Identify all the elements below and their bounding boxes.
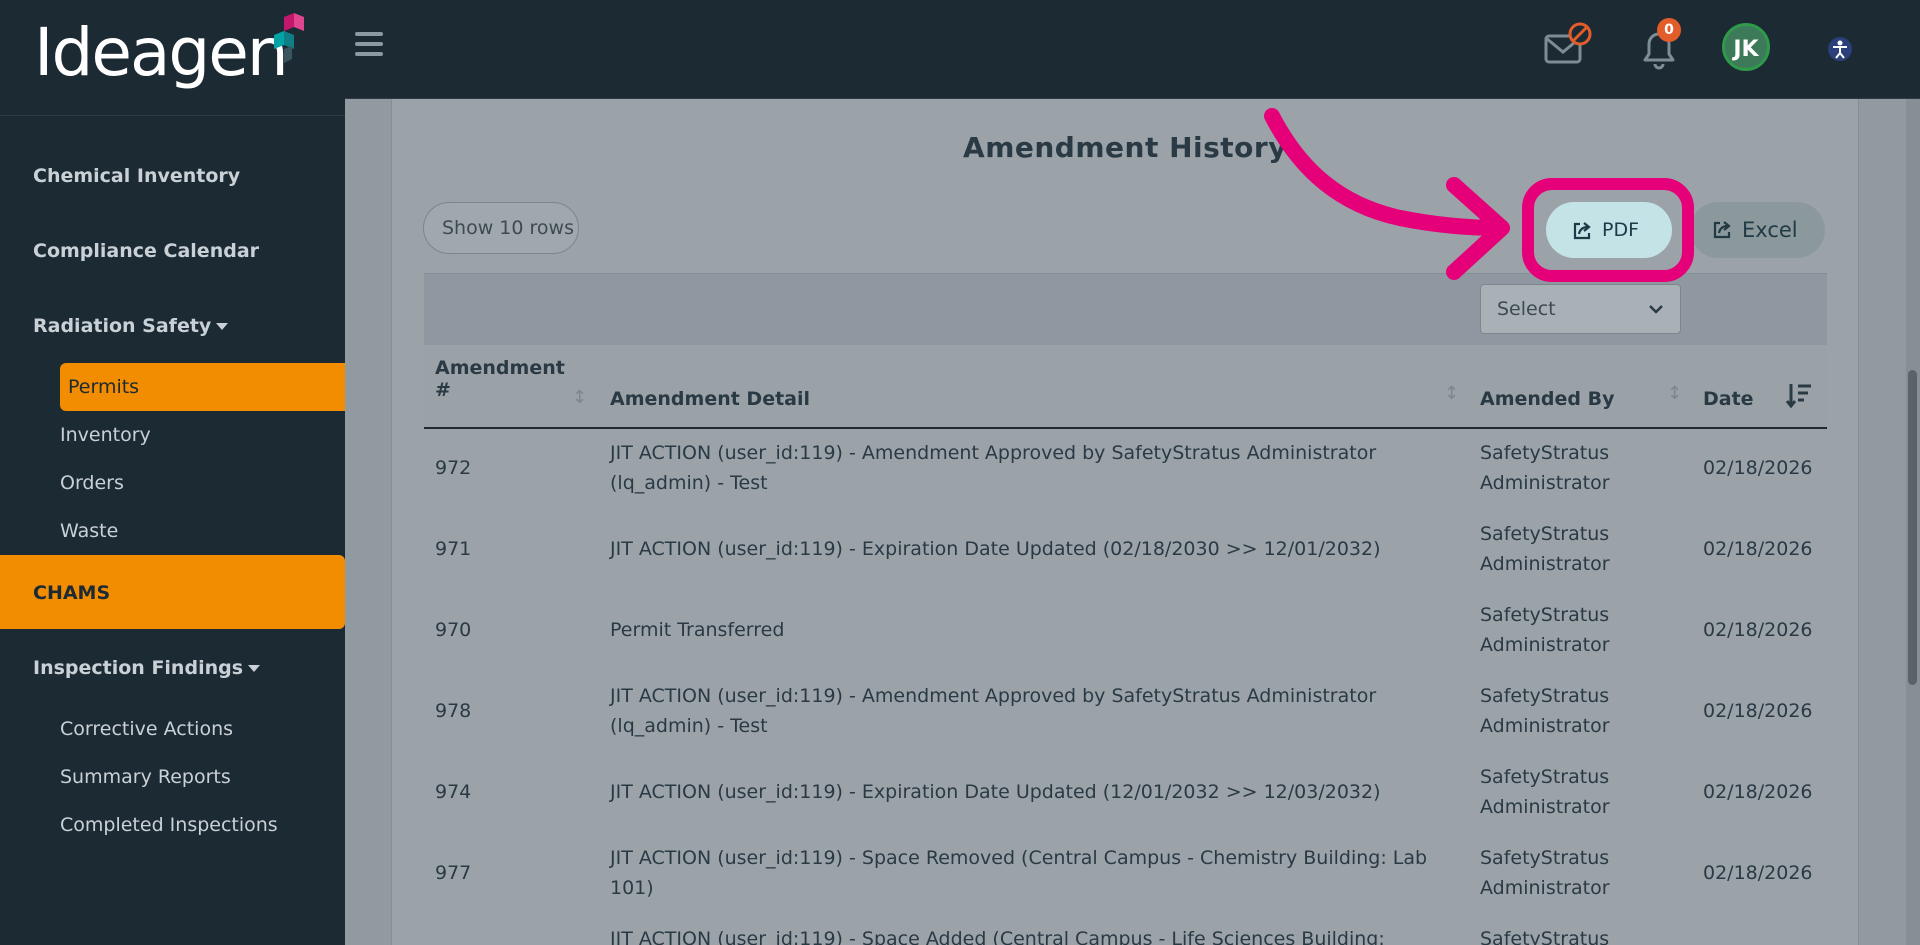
- table-header-row: Amendment # ↕ Amendment Detail ↕ Amended…: [424, 345, 1827, 429]
- sort-icon[interactable]: ↕: [1444, 383, 1459, 404]
- amendment-date: 02/18/2026: [1703, 781, 1813, 803]
- amended-by: SafetyStratus: [1480, 928, 1610, 945]
- highlight-annotation: [1522, 178, 1694, 282]
- hamburger-menu-icon[interactable]: [355, 32, 383, 56]
- table-row[interactable]: 974 JIT ACTION (user_id:119) - Expiratio…: [424, 752, 1827, 833]
- sidebar: Ideagen Chemical Inventory Compliance Ca…: [0, 0, 345, 945]
- mail-disabled-icon[interactable]: [1542, 22, 1592, 70]
- amendment-detail: JIT ACTION (user_id:119) - Amendment App…: [610, 685, 1377, 737]
- brand-logo-mark-icon: [274, 13, 304, 63]
- amendment-detail: Permit Transferred: [610, 619, 785, 641]
- amendment-detail: JIT ACTION (user_id:119) - Amendment App…: [610, 442, 1377, 494]
- accessibility-icon[interactable]: [1825, 35, 1855, 63]
- logo-area: Ideagen: [0, 0, 345, 116]
- sidebar-item-orders[interactable]: Orders: [60, 472, 124, 494]
- excel-label: Excel: [1742, 218, 1798, 242]
- sort-icon[interactable]: ↕: [1667, 383, 1682, 404]
- amendment-number: 971: [435, 538, 472, 560]
- table-row[interactable]: 977 JIT ACTION (user_id:119) - Space Rem…: [424, 833, 1827, 914]
- show-rows-dropdown[interactable]: Show 10 rows: [423, 202, 579, 282]
- table-row[interactable]: JIT ACTION (user_id:119) - Space Added (…: [424, 914, 1827, 945]
- sidebar-item-corrective-actions[interactable]: Corrective Actions: [60, 718, 233, 740]
- scrollbar-thumb[interactable]: [1908, 370, 1917, 685]
- amendment-date: 02/18/2026: [1703, 619, 1813, 641]
- top-bar: 0 JK: [345, 0, 1920, 99]
- table-row[interactable]: 971 JIT ACTION (user_id:119) - Expiratio…: [424, 509, 1827, 590]
- notification-count-badge: 0: [1657, 18, 1681, 42]
- inspection-findings-label: Inspection Findings: [33, 657, 244, 679]
- sidebar-item-inventory[interactable]: Inventory: [60, 424, 151, 446]
- table-row[interactable]: 978 JIT ACTION (user_id:119) - Amendment…: [424, 671, 1827, 752]
- brand-logo[interactable]: Ideagen: [34, 20, 289, 86]
- table-row[interactable]: 972 JIT ACTION (user_id:119) - Amendment…: [424, 428, 1827, 509]
- amendment-number: 978: [435, 700, 472, 722]
- amendment-number: 972: [435, 457, 472, 479]
- amendment-detail: JIT ACTION (user_id:119) - Expiration Da…: [610, 781, 1381, 803]
- sort-descending-icon[interactable]: [1785, 382, 1813, 410]
- header-date[interactable]: Date: [1703, 388, 1754, 410]
- caret-down-icon: [216, 323, 229, 330]
- sidebar-item-summary-reports[interactable]: Summary Reports: [60, 766, 231, 788]
- select-label: Select: [1497, 298, 1556, 320]
- amendment-date: 02/18/2026: [1703, 457, 1813, 479]
- amendment-number: 970: [435, 619, 472, 641]
- amendment-detail: JIT ACTION (user_id:119) - Expiration Da…: [610, 538, 1381, 560]
- amended-by: SafetyStratus Administrator: [1480, 766, 1610, 818]
- sidebar-item-completed-inspections[interactable]: Completed Inspections: [60, 814, 278, 836]
- chevron-down-icon: [1649, 305, 1663, 314]
- amendment-number: 977: [435, 862, 472, 884]
- export-icon: [1713, 221, 1731, 239]
- caret-down-icon: [248, 665, 261, 672]
- header-amendment-detail[interactable]: Amendment Detail: [610, 388, 810, 410]
- amendment-detail: JIT ACTION (user_id:119) - Space Removed…: [610, 847, 1428, 899]
- amendment-date: 02/18/2026: [1703, 862, 1813, 884]
- amendment-date: 02/18/2026: [1703, 700, 1813, 722]
- amendment-detail: JIT ACTION (user_id:119) - Space Added (…: [610, 928, 1385, 945]
- amendment-date: 02/18/2026: [1703, 538, 1813, 560]
- sidebar-item-permits[interactable]: Permits: [68, 376, 139, 398]
- amendment-number: 974: [435, 781, 472, 803]
- user-avatar[interactable]: JK: [1722, 23, 1770, 71]
- header-amendment-number[interactable]: Amendment #: [435, 357, 565, 401]
- amended-by: SafetyStratus Administrator: [1480, 604, 1610, 656]
- amended-by: SafetyStratus Administrator: [1480, 685, 1610, 737]
- amended-by: SafetyStratus Administrator: [1480, 442, 1610, 494]
- amended-by: SafetyStratus Administrator: [1480, 847, 1610, 899]
- filter-select[interactable]: Select: [1480, 284, 1681, 334]
- radiation-safety-label: Radiation Safety: [33, 315, 212, 337]
- export-excel-button[interactable]: Excel: [1690, 202, 1825, 258]
- table-row[interactable]: 970 Permit Transferred SafetyStratus Admi…: [424, 590, 1827, 671]
- header-amended-by[interactable]: Amended By: [1480, 388, 1614, 410]
- page-title: Amendment History: [963, 131, 1287, 164]
- sort-icon[interactable]: ↕: [572, 387, 587, 408]
- show-rows-label: Show 10 rows: [442, 217, 574, 239]
- sidebar-item-waste[interactable]: Waste: [60, 520, 118, 542]
- amended-by: SafetyStratus Administrator: [1480, 523, 1610, 575]
